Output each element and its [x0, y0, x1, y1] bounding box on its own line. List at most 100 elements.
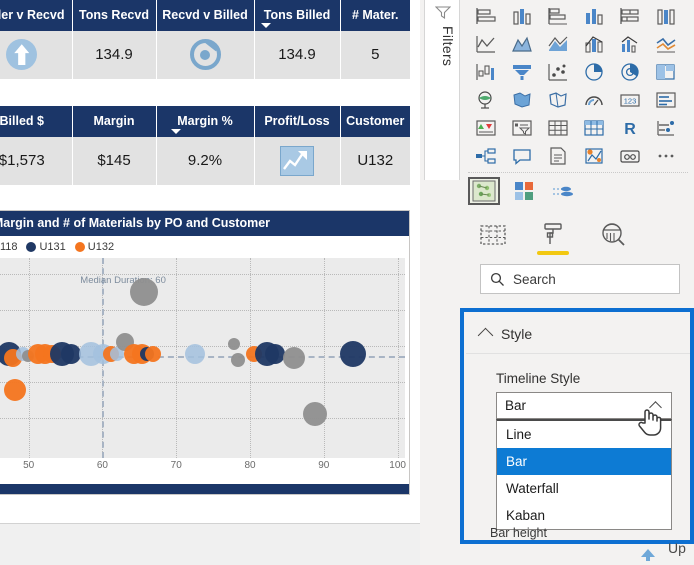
chart-x-axis: 50 60 70 80 90 100 [0, 458, 406, 480]
paginated-report-icon[interactable] [540, 142, 576, 170]
dropdown-option-kaban[interactable]: Kaban [497, 502, 671, 529]
chart-gridline [323, 258, 325, 458]
viz-gallery-row [468, 30, 688, 58]
area-chart-icon[interactable] [504, 30, 540, 58]
gauge-icon[interactable] [576, 86, 612, 114]
chart-legend[interactable]: U118 U131 U132 [0, 236, 409, 258]
column-header-order-v-recvd[interactable]: Order v Recvd [0, 0, 73, 31]
multi-row-card-icon[interactable] [648, 86, 684, 114]
key-influencers-icon[interactable] [648, 114, 684, 142]
column-header-tons-recvd[interactable]: Tons Recvd [72, 0, 157, 31]
analytics-tab[interactable] [594, 217, 632, 253]
slicer-icon[interactable] [504, 114, 540, 142]
timeline-storyteller-icon[interactable] [468, 177, 500, 205]
chart-data-point[interactable] [283, 347, 306, 369]
column-header-num-materials[interactable]: # Mater. [340, 0, 410, 31]
chart-data-point[interactable] [129, 278, 158, 306]
donut-chart-icon[interactable] [612, 58, 648, 86]
legend-item-u132[interactable]: U132 [74, 241, 114, 253]
table-icon[interactable] [540, 114, 576, 142]
filters-pane-collapsed[interactable]: Filters [424, 0, 460, 180]
chevron-up-icon [477, 327, 494, 344]
cell-billed-dollars: $1,573 [0, 137, 73, 186]
stacked-area-chart-icon[interactable] [540, 30, 576, 58]
format-tab[interactable] [534, 217, 572, 255]
decomposition-tree-icon[interactable] [468, 142, 504, 170]
up-arrow-icon[interactable] [640, 548, 656, 562]
filled-map-icon[interactable] [504, 86, 540, 114]
stacked-bar-chart-icon[interactable] [468, 2, 504, 30]
line-chart-icon[interactable] [468, 30, 504, 58]
column-header-label: Billed $ [0, 114, 44, 128]
scatter-chart-visual[interactable]: s, Margin and # of Materials by PO and C… [0, 210, 410, 495]
visualization-type-gallery[interactable]: 123 R [462, 0, 694, 172]
up-label: Up [668, 540, 686, 556]
chart-data-point[interactable] [144, 346, 161, 362]
chart-data-point[interactable] [185, 344, 206, 364]
kpi-target-icon [189, 39, 221, 71]
column-header-margin-percent[interactable]: Margin % [156, 106, 255, 137]
clustered-bar-chart-icon[interactable] [540, 2, 576, 30]
hundred-stacked-bar-chart-icon[interactable] [612, 2, 648, 30]
column-header-margin[interactable]: Margin [72, 106, 157, 137]
arcgis-maps-icon[interactable] [576, 142, 612, 170]
chart-data-point[interactable] [265, 344, 286, 364]
r-script-visual-icon[interactable]: R [612, 114, 648, 142]
chart-data-point[interactable] [340, 341, 367, 367]
column-header-billed-dollars[interactable]: Billed $ [0, 106, 73, 137]
canvas-bottom-strip [0, 497, 420, 565]
fields-tab[interactable] [474, 217, 512, 253]
tiles-visual-icon[interactable] [508, 177, 540, 205]
map-icon[interactable] [468, 86, 504, 114]
format-search-input[interactable]: Search [480, 264, 680, 294]
treemap-icon[interactable] [648, 58, 684, 86]
sparkline-visual-icon[interactable] [548, 177, 580, 205]
chart-data-point[interactable] [302, 402, 327, 426]
viz-gallery-row [468, 58, 688, 86]
order-metrics-table[interactable]: Order v Recvd Tons Recvd Recvd v Billed … [0, 0, 410, 80]
funnel-chart-icon[interactable] [504, 58, 540, 86]
waterfall-chart-icon[interactable] [468, 58, 504, 86]
table-row[interactable]: $1,573 $145 9.2% U132 [0, 137, 410, 186]
legend-swatch-icon [74, 242, 85, 252]
pie-chart-icon[interactable] [576, 58, 612, 86]
card-icon[interactable]: 123 [612, 86, 648, 114]
legend-label: U131 [39, 241, 66, 253]
chart-data-point[interactable] [60, 344, 81, 364]
legend-item-u118[interactable]: U118 [0, 241, 17, 253]
cell-tons-billed: 134.9 [254, 31, 341, 80]
billing-metrics-table[interactable]: Billed $ Margin Margin % Profit/Loss Cus… [0, 106, 410, 186]
app-window: Order v Recvd Tons Recvd Recvd v Billed … [0, 0, 694, 565]
style-card-header[interactable]: Style [466, 314, 690, 354]
clustered-column-chart-icon[interactable] [576, 2, 612, 30]
cell-margin-percent: 9.2% [156, 137, 255, 186]
custom-visuals-row[interactable] [468, 176, 580, 206]
column-header-tons-billed[interactable]: Tons Billed [254, 0, 341, 31]
more-options-icon[interactable] [648, 142, 684, 170]
line-stacked-column-chart-icon[interactable] [576, 30, 612, 58]
chart-data-point[interactable] [227, 338, 240, 350]
ribbon-chart-icon[interactable] [648, 30, 684, 58]
dropdown-option-bar[interactable]: Bar [497, 448, 671, 475]
dropdown-option-waterfall[interactable]: Waterfall [497, 475, 671, 502]
stacked-column-chart-icon[interactable] [504, 2, 540, 30]
format-pane-tabs[interactable] [462, 212, 694, 258]
scatter-chart-icon[interactable] [540, 58, 576, 86]
qna-icon[interactable] [504, 142, 540, 170]
power-apps-icon[interactable] [612, 142, 648, 170]
kpi-up-arrow-icon [6, 39, 38, 71]
table-row[interactable]: 134.9 134.9 5 [0, 31, 410, 80]
chart-gridline [0, 274, 405, 275]
matrix-icon[interactable] [576, 114, 612, 142]
chart-data-point[interactable] [231, 353, 246, 367]
column-header-customer[interactable]: Customer [340, 106, 410, 137]
chart-plot-area[interactable]: Median Duration: 60$14 [0, 258, 405, 458]
column-header-profit-loss[interactable]: Profit/Loss [254, 106, 341, 137]
legend-item-u131[interactable]: U131 [26, 241, 66, 253]
line-clustered-column-chart-icon[interactable] [612, 30, 648, 58]
chart-data-point[interactable] [4, 379, 27, 401]
hundred-stacked-column-chart-icon[interactable] [648, 2, 684, 30]
kpi-icon[interactable] [468, 114, 504, 142]
column-header-recvd-v-billed[interactable]: Recvd v Billed [156, 0, 255, 31]
shape-map-icon[interactable] [540, 86, 576, 114]
